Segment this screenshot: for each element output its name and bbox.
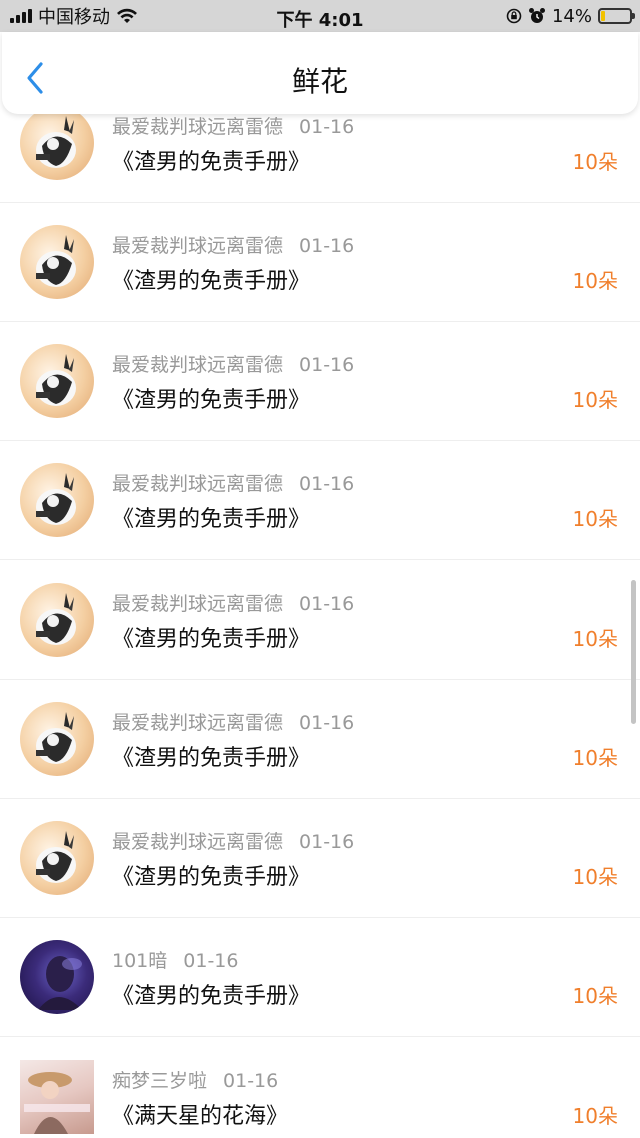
battery-fill	[601, 11, 605, 21]
nav-bar: 鲜花	[2, 32, 638, 114]
user-name[interactable]: 痴梦三岁啦	[112, 1070, 207, 1092]
flower-count: 10朵	[572, 746, 618, 770]
item-meta: 最爱裁判球远离雷德 01-16	[112, 589, 354, 616]
avatar[interactable]	[20, 940, 94, 1014]
item-meta: 最爱裁判球远离雷德 01-16	[112, 114, 354, 139]
status-right: 14%	[506, 0, 635, 32]
item-meta: 最爱裁判球远离雷德 01-16	[112, 827, 354, 854]
user-name[interactable]: 最爱裁判球远离雷德	[112, 116, 283, 138]
item-meta: 最爱裁判球远离雷德 01-16	[112, 708, 354, 735]
carrier-label: 中国移动	[38, 7, 110, 28]
list-item[interactable]: 最爱裁判球远离雷德 01-16 《渣男的免责手册》 10朵	[0, 322, 640, 441]
list-item[interactable]: 最爱裁判球远离雷德 01-16 《渣男的免责手册》 10朵	[0, 561, 640, 680]
flower-count: 10朵	[572, 269, 618, 293]
book-title[interactable]: 《渣男的免责手册》	[112, 978, 310, 1010]
avatar[interactable]	[20, 702, 94, 776]
avatar[interactable]	[20, 114, 94, 180]
status-left: 中国移动	[10, 0, 138, 32]
item-date: 01-16	[299, 831, 355, 853]
flower-count: 10朵	[572, 150, 618, 174]
book-title[interactable]: 《渣男的免责手册》	[112, 621, 310, 653]
item-date: 01-16	[299, 473, 355, 495]
flower-count: 10朵	[572, 388, 618, 412]
wifi-icon	[117, 8, 137, 23]
battery-icon	[598, 8, 635, 24]
flower-count: 10朵	[572, 984, 618, 1008]
user-name[interactable]: 最爱裁判球远离雷德	[112, 593, 283, 615]
alarm-icon	[528, 8, 545, 23]
flower-list[interactable]: 最爱裁判球远离雷德 01-16 《渣男的免责手册》 10朵 最爱裁判球远离雷德 01-16…	[0, 114, 640, 1138]
scrollbar[interactable]	[631, 580, 636, 724]
signal-icon	[10, 9, 32, 23]
page-title: 鲜花	[291, 65, 348, 98]
flower-count: 10朵	[572, 627, 618, 651]
book-title[interactable]: 《渣男的免责手册》	[112, 740, 310, 772]
book-title[interactable]: 《满天星的花海》	[112, 1098, 288, 1130]
status-bar: 中国移动 下午 4:01 14%	[0, 0, 640, 32]
item-date: 01-16	[299, 593, 355, 615]
user-name[interactable]: 101暗	[112, 950, 167, 972]
avatar[interactable]	[20, 344, 94, 418]
lock-rotation-icon	[506, 8, 522, 24]
user-name[interactable]: 最爱裁判球远离雷德	[112, 235, 283, 257]
avatar[interactable]	[20, 821, 94, 895]
item-meta: 101暗 01-16	[112, 946, 238, 973]
avatar[interactable]	[20, 463, 94, 537]
list-item[interactable]: 最爱裁判球远离雷德 01-16 《渣男的免责手册》 10朵	[0, 799, 640, 918]
book-title[interactable]: 《渣男的免责手册》	[112, 144, 310, 176]
flower-count: 10朵	[572, 1104, 618, 1128]
flower-count: 10朵	[572, 507, 618, 531]
avatar[interactable]	[20, 225, 94, 299]
battery-percent: 14%	[551, 5, 592, 27]
item-date: 01-16	[299, 712, 355, 734]
user-name[interactable]: 最爱裁判球远离雷德	[112, 354, 283, 376]
book-title[interactable]: 《渣男的免责手册》	[112, 501, 310, 533]
item-meta: 最爱裁判球远离雷德 01-16	[112, 231, 354, 258]
item-meta: 最爱裁判球远离雷德 01-16	[112, 350, 354, 377]
item-date: 01-16	[223, 1070, 279, 1092]
item-date: 01-16	[299, 354, 355, 376]
flower-count: 10朵	[572, 865, 618, 889]
user-name[interactable]: 最爱裁判球远离雷德	[112, 831, 283, 853]
list-item[interactable]: 最爱裁判球远离雷德 01-16 《渣男的免责手册》 10朵	[0, 114, 640, 203]
item-meta: 痴梦三岁啦 01-16	[112, 1066, 278, 1093]
avatar[interactable]	[20, 1060, 94, 1134]
item-meta: 最爱裁判球远离雷德 01-16	[112, 469, 354, 496]
book-title[interactable]: 《渣男的免责手册》	[112, 263, 310, 295]
item-date: 01-16	[299, 235, 355, 257]
book-title[interactable]: 《渣男的免责手册》	[112, 382, 310, 414]
avatar[interactable]	[20, 583, 94, 657]
book-title[interactable]: 《渣男的免责手册》	[112, 859, 310, 891]
list-item[interactable]: 101暗 01-16 《渣男的免责手册》 10朵	[0, 918, 640, 1037]
item-date: 01-16	[299, 116, 355, 138]
user-name[interactable]: 最爱裁判球远离雷德	[112, 473, 283, 495]
list-item[interactable]: 最爱裁判球远离雷德 01-16 《渣男的免责手册》 10朵	[0, 203, 640, 322]
item-date: 01-16	[183, 950, 239, 972]
list-item[interactable]: 痴梦三岁啦 01-16 《满天星的花海》 10朵	[0, 1038, 640, 1138]
user-name[interactable]: 最爱裁判球远离雷德	[112, 712, 283, 734]
list-item[interactable]: 最爱裁判球远离雷德 01-16 《渣男的免责手册》 10朵	[0, 441, 640, 560]
list-item[interactable]: 最爱裁判球远离雷德 01-16 《渣男的免责手册》 10朵	[0, 680, 640, 799]
